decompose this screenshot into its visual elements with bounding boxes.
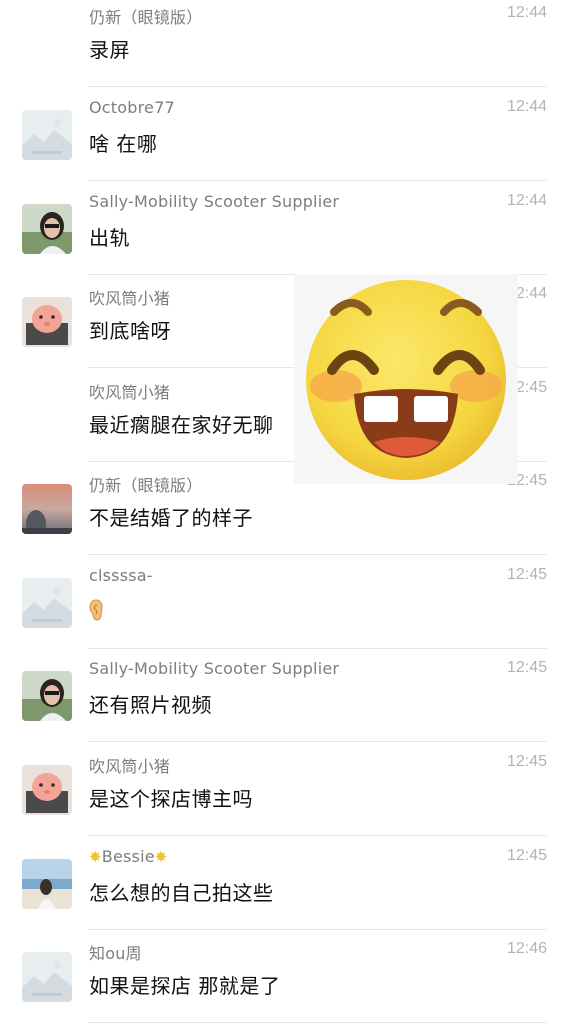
sender-name[interactable]: Sally-Mobility Scooter Supplier <box>89 659 339 678</box>
sender-name[interactable]: 仍新（眼镜版） <box>89 4 202 28</box>
message-row[interactable]: 吹风筒小猪 12:45 是这个探店博主吗 <box>0 743 569 836</box>
sender-name[interactable]: 吹风筒小猪 <box>89 285 170 309</box>
message-time: 12:46 <box>506 940 547 957</box>
row-divider <box>88 86 547 87</box>
beach-photo-avatar[interactable] <box>22 859 72 909</box>
message-text[interactable]: 啥 在哪 <box>89 128 157 157</box>
message-time: 12:45 <box>506 753 547 770</box>
message-time: 12:45 <box>506 566 547 583</box>
pink-pig-avatar[interactable] <box>22 297 72 347</box>
message-text[interactable]: 是这个探店博主吗 <box>89 783 253 812</box>
message-row[interactable]: 仍新（眼镜版） 12:44 录屏 <box>0 0 569 87</box>
placeholder-avatar[interactable] <box>22 110 72 160</box>
message-text[interactable]: 最近瘸腿在家好无聊 <box>89 409 274 438</box>
row-divider <box>88 741 547 742</box>
sender-name[interactable]: 吹风筒小猪 <box>89 379 170 403</box>
message-text[interactable]: 不是结婚了的样子 <box>89 502 253 531</box>
row-divider <box>88 835 547 836</box>
message-text[interactable]: 录屏 <box>89 34 130 63</box>
star-icon: ✸ <box>89 848 102 866</box>
row-divider <box>88 1022 547 1023</box>
row-divider <box>88 180 547 181</box>
grinning-face-sticker-icon <box>294 274 518 484</box>
message-text[interactable]: 怎么想的自己拍这些 <box>89 877 274 906</box>
sender-name[interactable]: clssssa- <box>89 566 153 585</box>
sunset-photo-avatar[interactable] <box>22 484 72 534</box>
message-text[interactable]: 出轨 <box>89 222 130 251</box>
sender-name[interactable]: Sally-Mobility Scooter Supplier <box>89 192 339 211</box>
woman-sunglasses-avatar[interactable] <box>22 671 72 721</box>
row-divider <box>88 554 547 555</box>
woman-sunglasses-avatar[interactable] <box>22 204 72 254</box>
message-text[interactable]: 还有照片视频 <box>89 689 212 718</box>
message-row[interactable]: clssssa- 12:45 <box>0 556 569 649</box>
sender-name[interactable]: Octobre77 <box>89 98 175 117</box>
message-time: 12:45 <box>506 847 547 864</box>
sender-name-text: Bessie <box>101 847 155 866</box>
message-text[interactable] <box>89 596 103 621</box>
ear-icon <box>89 598 103 621</box>
sender-name[interactable]: 仍新（眼镜版） <box>89 472 202 496</box>
message-time: 12:44 <box>506 192 547 209</box>
message-text[interactable]: 到底啥呀 <box>89 315 171 344</box>
message-time: 12:45 <box>506 659 547 676</box>
sender-name[interactable]: 吹风筒小猪 <box>89 753 170 777</box>
star-icon: ✸ <box>154 848 168 866</box>
placeholder-avatar[interactable] <box>22 578 72 628</box>
sender-name[interactable]: 知ou周 <box>89 940 142 964</box>
message-row[interactable]: Sally-Mobility Scooter Supplier 12:44 出轨 <box>0 182 569 275</box>
message-row[interactable]: Octobre77 12:44 啥 在哪 <box>0 88 569 181</box>
message-text[interactable]: 如果是探店 那就是了 <box>89 970 280 999</box>
message-time: 12:44 <box>506 4 547 21</box>
placeholder-avatar[interactable] <box>22 952 72 1002</box>
message-row[interactable]: Sally-Mobility Scooter Supplier 12:45 还有… <box>0 649 569 742</box>
message-row[interactable]: ✸Bessie✸ 12:45 怎么想的自己拍这些 <box>0 837 569 930</box>
message-time: 12:44 <box>506 98 547 115</box>
pink-pig-avatar[interactable] <box>22 765 72 815</box>
sender-name[interactable]: ✸Bessie✸ <box>89 847 168 866</box>
message-row[interactable]: 知ou周 12:46 如果是探店 那就是了 <box>0 930 569 1023</box>
